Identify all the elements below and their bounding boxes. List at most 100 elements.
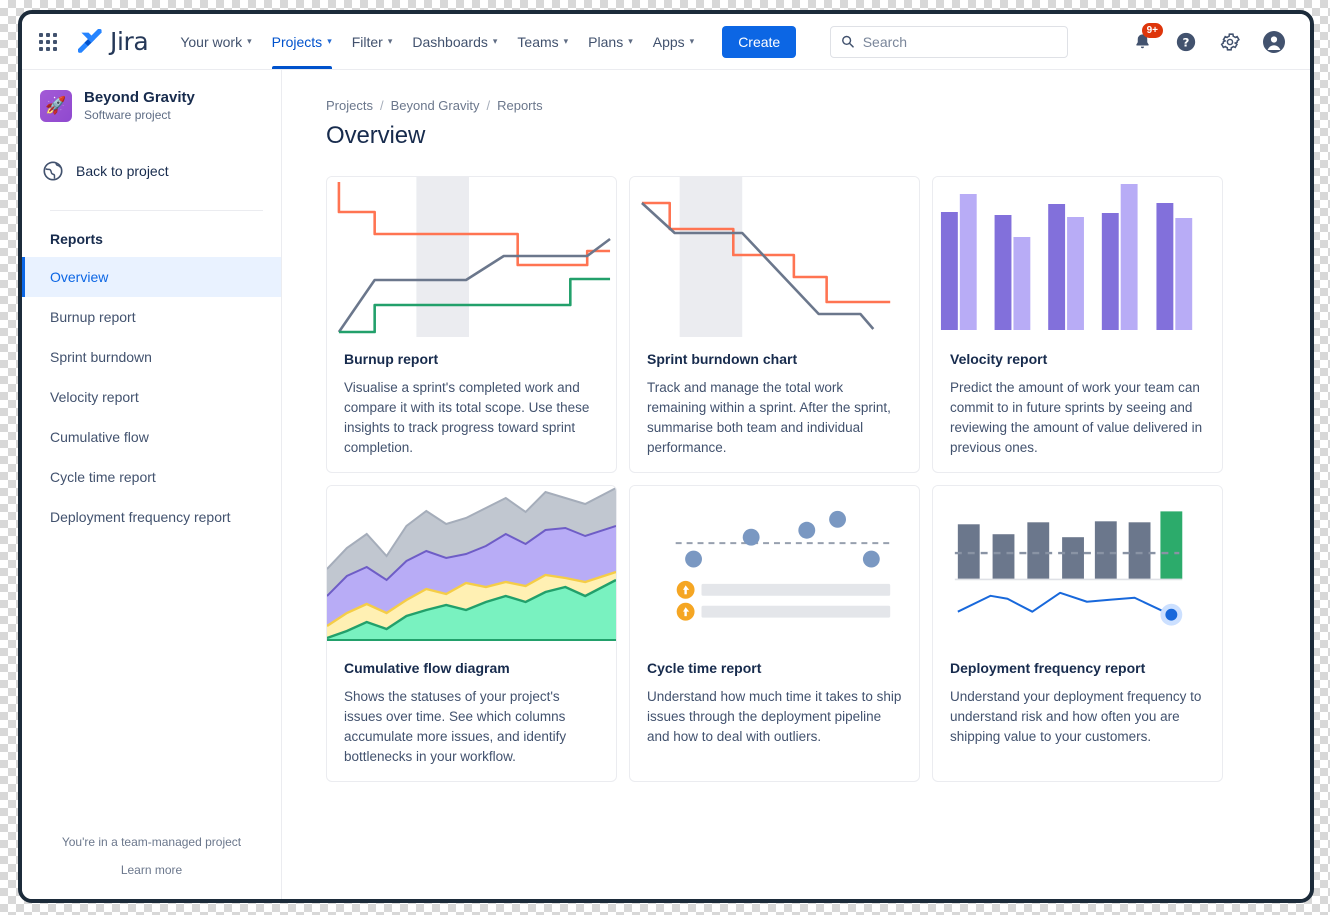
breadcrumb-item-projects[interactable]: Projects bbox=[326, 98, 373, 113]
report-card-burnup-report[interactable]: Burnup report Visualise a sprint's compl… bbox=[326, 176, 617, 473]
reports-card-grid: Burnup report Visualise a sprint's compl… bbox=[326, 176, 1270, 782]
breadcrumb-separator: / bbox=[380, 98, 384, 113]
cycle-time-scatter-chart bbox=[630, 486, 919, 646]
search-icon bbox=[841, 34, 855, 49]
bar-completed-2 bbox=[1013, 237, 1030, 330]
report-card-description: Predict the amount of work your team can… bbox=[950, 378, 1205, 458]
issue-bar bbox=[702, 606, 891, 618]
card-body: Cycle time report Understand how much ti… bbox=[630, 646, 919, 747]
create-button[interactable]: Create bbox=[722, 26, 796, 58]
jira-wordmark: Jira bbox=[110, 27, 148, 56]
card-body: Sprint burndown chart Track and manage t… bbox=[630, 337, 919, 458]
sidebar-item-cycle-time-report[interactable]: Cycle time report bbox=[22, 457, 281, 497]
deploy-bar bbox=[1062, 537, 1084, 579]
deploy-bar-current bbox=[1160, 511, 1182, 579]
nav-right-actions: 9+ ? bbox=[1126, 26, 1294, 58]
bar-completed-5 bbox=[1175, 218, 1192, 330]
nav-item-plans[interactable]: Plans ▾ bbox=[578, 14, 643, 69]
sidebar-item-label: Velocity report bbox=[50, 389, 139, 405]
report-card-title: Velocity report bbox=[950, 351, 1205, 367]
learn-more-link[interactable]: Learn more bbox=[22, 863, 281, 877]
app-switcher-icon[interactable] bbox=[32, 26, 64, 58]
deploy-bar bbox=[958, 524, 980, 579]
report-card-title: Cumulative flow diagram bbox=[344, 660, 599, 676]
report-card-title: Sprint burndown chart bbox=[647, 351, 902, 367]
sidebar-item-label: Cumulative flow bbox=[50, 429, 149, 445]
page-title: Overview bbox=[326, 122, 1270, 150]
trend-line bbox=[958, 593, 1169, 614]
issue-bar bbox=[702, 584, 891, 596]
sidebar-item-burnup-report[interactable]: Burnup report bbox=[22, 297, 281, 337]
chevron-down-icon: ▾ bbox=[690, 36, 695, 47]
project-type: Software project bbox=[84, 107, 195, 124]
sidebar-item-overview[interactable]: Overview bbox=[22, 257, 281, 297]
sidebar-item-cumulative-flow[interactable]: Cumulative flow bbox=[22, 417, 281, 457]
primary-nav-items: Your work ▾ Projects ▾ Filter ▾ Dashboar… bbox=[170, 14, 704, 69]
sidebar-nav-list: Overview Burnup report Sprint burndown V… bbox=[22, 257, 281, 537]
burnup-chart-svg bbox=[327, 177, 616, 337]
report-card-cycle-time-report[interactable]: Cycle time report Understand how much ti… bbox=[629, 485, 920, 782]
nav-item-teams[interactable]: Teams ▾ bbox=[507, 14, 578, 69]
scatter-point bbox=[829, 511, 846, 528]
sidebar-section-title: Reports bbox=[22, 211, 281, 251]
deploy-bar bbox=[993, 534, 1015, 579]
chevron-down-icon: ▾ bbox=[247, 36, 252, 47]
sidebar-item-sprint-burndown[interactable]: Sprint burndown bbox=[22, 337, 281, 377]
breadcrumb-separator: / bbox=[486, 98, 490, 113]
project-name: Beyond Gravity bbox=[84, 88, 195, 107]
sprint-band bbox=[416, 177, 469, 337]
burndown-chart-svg bbox=[630, 177, 919, 337]
nav-item-label: Your work bbox=[180, 34, 242, 50]
remaining-line bbox=[642, 203, 890, 302]
search-input[interactable] bbox=[863, 34, 1058, 50]
report-card-description: Understand your deployment frequency to … bbox=[950, 687, 1205, 747]
nav-item-projects[interactable]: Projects ▾ bbox=[262, 14, 342, 69]
jira-browser-window: Jira Your work ▾ Projects ▾ Filter ▾ Das… bbox=[18, 10, 1314, 903]
priority-high-stem bbox=[684, 589, 686, 594]
chevron-down-icon: ▾ bbox=[388, 36, 393, 47]
sidebar-item-velocity-report[interactable]: Velocity report bbox=[22, 377, 281, 417]
project-sidebar: 🚀 Beyond Gravity Software project Back t… bbox=[22, 70, 282, 899]
trend-marker bbox=[1165, 609, 1177, 621]
nav-item-label: Plans bbox=[588, 34, 623, 50]
jira-logo[interactable]: Jira bbox=[70, 27, 148, 56]
report-card-title: Deployment frequency report bbox=[950, 660, 1205, 676]
back-to-project-link[interactable]: Back to project bbox=[22, 154, 281, 188]
project-header[interactable]: 🚀 Beyond Gravity Software project bbox=[22, 88, 281, 124]
nav-item-your-work[interactable]: Your work ▾ bbox=[170, 14, 261, 69]
bar-commitment-4 bbox=[1102, 213, 1119, 330]
nav-item-label: Apps bbox=[653, 34, 685, 50]
report-card-description: Shows the statuses of your project's iss… bbox=[344, 687, 599, 767]
deployment-bar-line-chart bbox=[933, 486, 1222, 646]
card-body: Burnup report Visualise a sprint's compl… bbox=[327, 337, 616, 458]
guideline-line bbox=[642, 203, 873, 329]
sprint-band bbox=[680, 177, 743, 337]
bar-completed-3 bbox=[1067, 217, 1084, 330]
report-card-sprint-burndown-chart[interactable]: Sprint burndown chart Track and manage t… bbox=[629, 176, 920, 473]
sidebar-item-deployment-frequency-report[interactable]: Deployment frequency report bbox=[22, 497, 281, 537]
report-card-velocity-report[interactable]: Velocity report Predict the amount of wo… bbox=[932, 176, 1223, 473]
report-card-deployment-frequency-report[interactable]: Deployment frequency report Understand y… bbox=[932, 485, 1223, 782]
back-to-project-label: Back to project bbox=[76, 163, 169, 179]
help-icon: ? bbox=[1175, 31, 1197, 53]
jira-logo-icon bbox=[78, 29, 104, 55]
nav-item-apps[interactable]: Apps ▾ bbox=[643, 14, 704, 69]
top-navigation-bar: Jira Your work ▾ Projects ▾ Filter ▾ Das… bbox=[22, 14, 1310, 70]
breadcrumb: Projects / Beyond Gravity / Reports bbox=[326, 98, 1270, 113]
gear-icon bbox=[1219, 31, 1241, 53]
search-box[interactable] bbox=[830, 26, 1068, 58]
bar-completed-4 bbox=[1121, 184, 1138, 330]
settings-button[interactable] bbox=[1214, 26, 1246, 58]
sidebar-item-label: Burnup report bbox=[50, 309, 136, 325]
report-card-cumulative-flow-diagram[interactable]: Cumulative flow diagram Shows the status… bbox=[326, 485, 617, 782]
bar-completed-1 bbox=[960, 194, 977, 330]
notifications-button[interactable]: 9+ bbox=[1126, 26, 1158, 58]
nav-item-dashboards[interactable]: Dashboards ▾ bbox=[402, 14, 507, 69]
nav-item-filter[interactable]: Filter ▾ bbox=[342, 14, 403, 69]
avatar[interactable] bbox=[1258, 26, 1290, 58]
card-body: Velocity report Predict the amount of wo… bbox=[933, 337, 1222, 458]
completed-line bbox=[339, 279, 610, 332]
help-button[interactable]: ? bbox=[1170, 26, 1202, 58]
svg-text:?: ? bbox=[1183, 35, 1190, 49]
breadcrumb-item-beyond-gravity[interactable]: Beyond Gravity bbox=[391, 98, 480, 113]
